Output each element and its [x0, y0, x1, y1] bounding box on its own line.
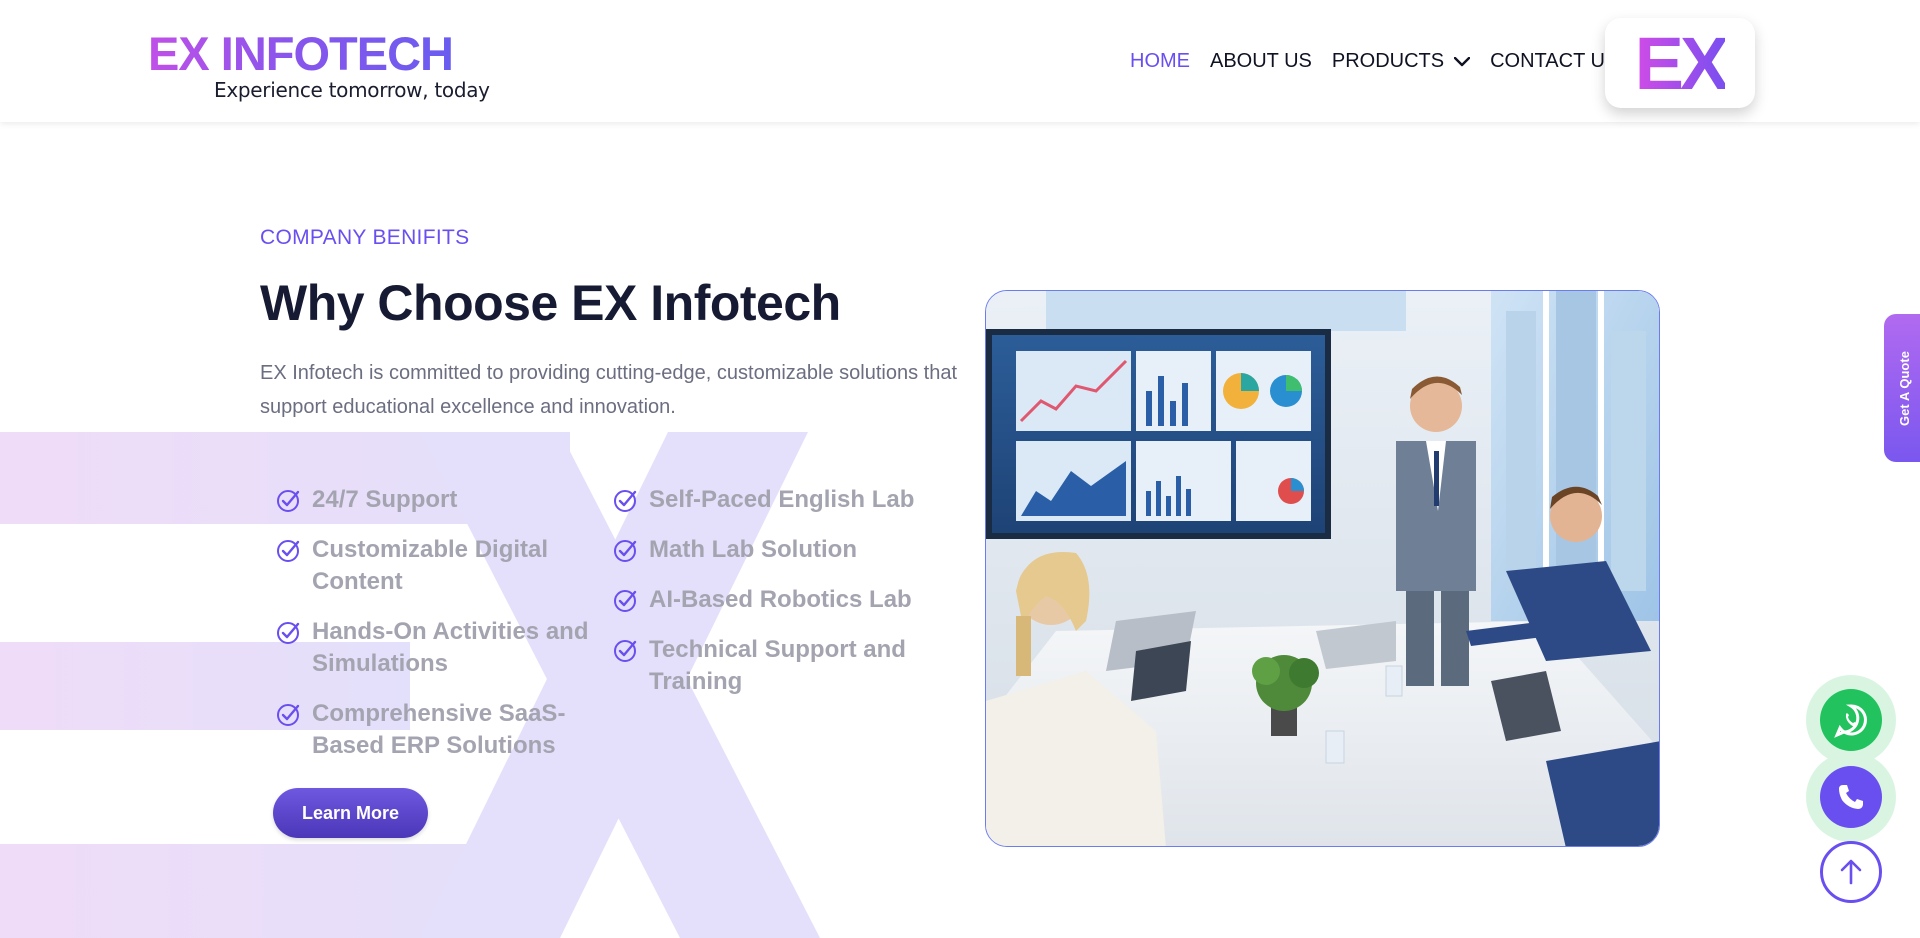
- site-header: EX INFOTECH Experience tomorrow, today H…: [0, 0, 1920, 122]
- nav-about-label: ABOUT US: [1210, 50, 1312, 72]
- feature-item: Customizable Digital Content: [276, 534, 596, 598]
- logo-wordmark: EX INFOTECH: [148, 27, 454, 80]
- whatsapp-icon: [1834, 704, 1867, 738]
- check-circle-icon: [614, 640, 637, 662]
- get-a-quote-tab[interactable]: Get A Quote: [1884, 314, 1920, 462]
- learn-more-button[interactable]: Learn More: [273, 788, 428, 838]
- check-circle-icon: [614, 490, 637, 512]
- office-meeting-image: [985, 290, 1660, 847]
- logo-tagline: Experience tomorrow, today: [214, 78, 490, 102]
- main-nav: HOME ABOUT US PRODUCTS CONTACT US: [1130, 50, 1638, 73]
- nav-products-label: PRODUCTS: [1331, 50, 1445, 72]
- ex-badge-text: EX: [1634, 21, 1730, 105]
- ex-logo-badge[interactable]: EX: [1605, 18, 1755, 108]
- check-circle-icon: [277, 622, 300, 644]
- whatsapp-button[interactable]: [1820, 689, 1882, 751]
- nav-about-us[interactable]: ABOUT US: [1210, 50, 1312, 73]
- check-circle-icon: [277, 704, 300, 726]
- feature-label: Technical Support and Training: [649, 636, 906, 695]
- chevron-down-icon: [1454, 56, 1471, 66]
- feature-item: Comprehensive SaaS-Based ERP Solutions: [276, 698, 596, 762]
- feature-item: Hands-On Activities and Simulations: [276, 616, 596, 680]
- feature-label: AI-Based Robotics Lab: [649, 586, 912, 613]
- meeting-illustration: [986, 291, 1659, 846]
- check-circle-icon: [614, 540, 637, 562]
- feature-item: Math Lab Solution: [613, 534, 953, 566]
- check-circle-icon: [277, 490, 300, 512]
- nav-home[interactable]: HOME: [1130, 50, 1190, 73]
- feature-label: 24/7 Support: [312, 486, 458, 513]
- feature-label: Hands-On Activities and Simulations: [312, 618, 589, 677]
- feature-item: AI-Based Robotics Lab: [613, 584, 953, 616]
- feature-label: Math Lab Solution: [649, 536, 857, 563]
- section-eyebrow: COMPANY BENIFITS: [260, 226, 470, 249]
- feature-label: Comprehensive SaaS-Based ERP Solutions: [312, 700, 566, 759]
- feature-list-left: 24/7 Support Customizable Digital Conten…: [276, 484, 596, 780]
- feature-label: Self-Paced English Lab: [649, 486, 915, 513]
- check-circle-icon: [614, 590, 637, 612]
- phone-icon: [1839, 785, 1863, 809]
- nav-contact-label: CONTACT US: [1490, 50, 1619, 72]
- feature-item: Self-Paced English Lab: [613, 484, 953, 516]
- feature-label: Customizable Digital Content: [312, 536, 549, 595]
- nav-home-label: HOME: [1130, 50, 1190, 72]
- arrow-up-icon: [1840, 859, 1862, 885]
- nav-contact-us[interactable]: CONTACT US: [1490, 50, 1618, 73]
- section-title: Why Choose EX Infotech: [260, 275, 841, 331]
- section-description: EX Infotech is committed to providing cu…: [260, 362, 958, 418]
- site-logo[interactable]: EX INFOTECH Experience tomorrow, today: [148, 27, 490, 104]
- feature-item: 24/7 Support: [276, 484, 596, 516]
- check-circle-icon: [277, 540, 300, 562]
- scroll-to-top-button[interactable]: [1820, 841, 1882, 903]
- feature-list-right: Self-Paced English Lab Math Lab Solution…: [613, 484, 953, 716]
- nav-products[interactable]: PRODUCTS: [1331, 50, 1471, 73]
- feature-item: Technical Support and Training: [613, 634, 953, 698]
- quote-tab-label: Get A Quote: [1896, 350, 1912, 426]
- phone-button[interactable]: [1820, 766, 1882, 828]
